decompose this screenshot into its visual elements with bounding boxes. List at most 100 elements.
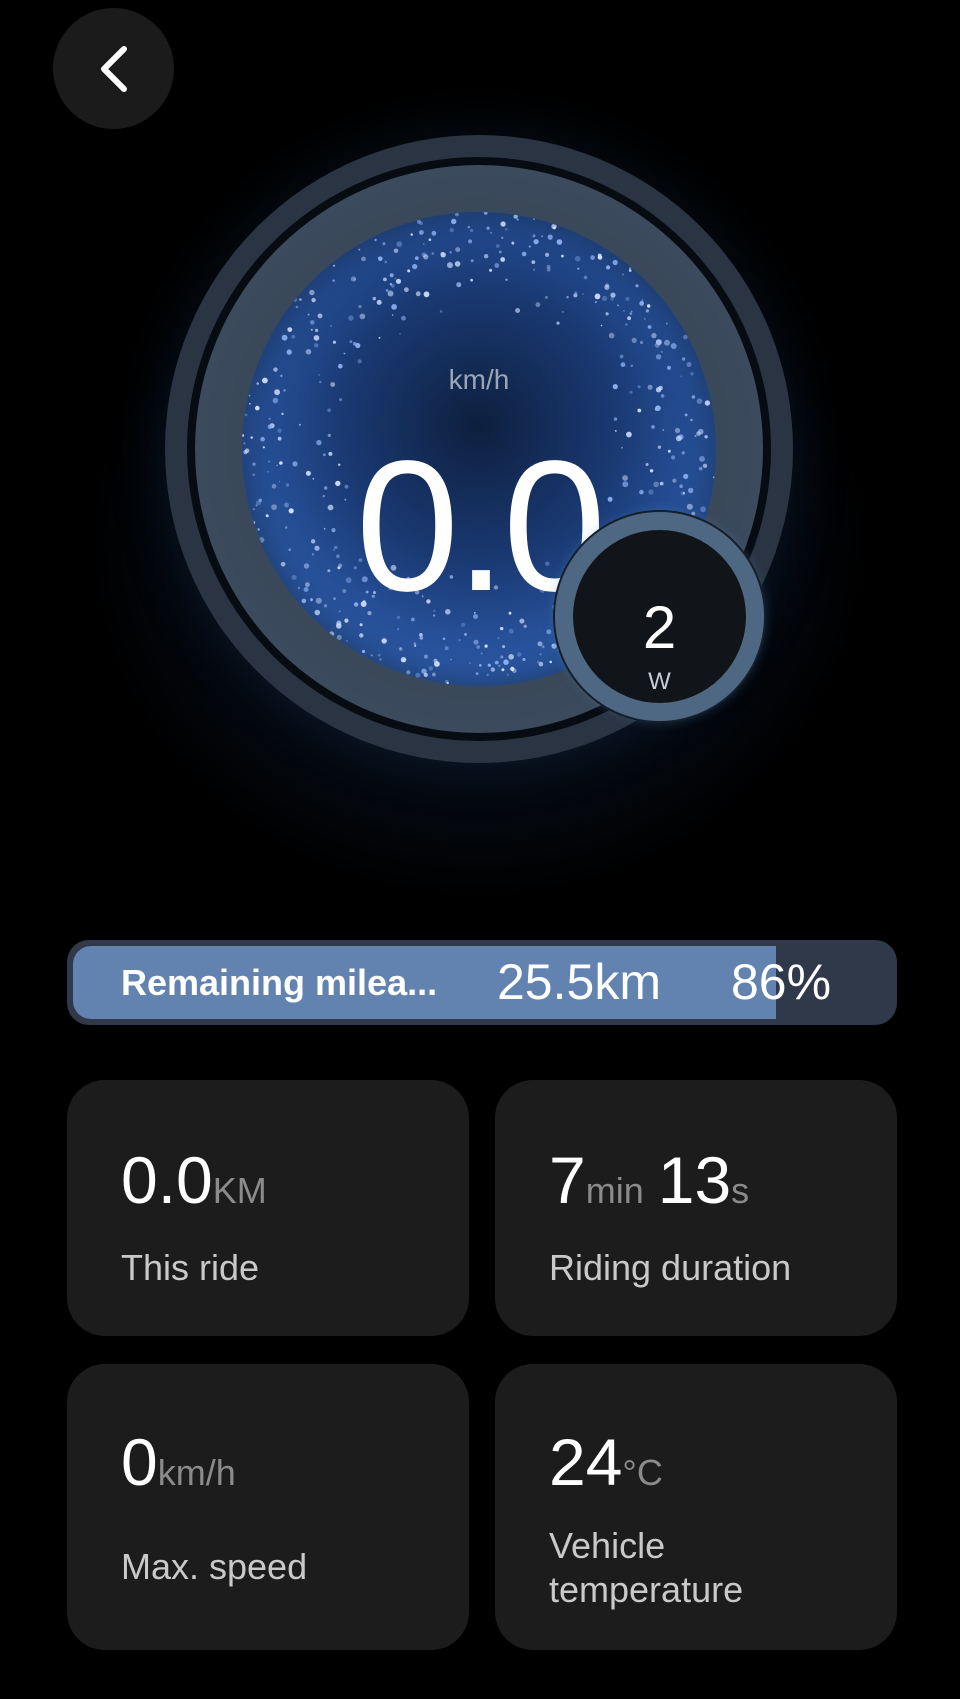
- power-unit: W: [648, 668, 671, 695]
- star-dot: [662, 429, 665, 431]
- max-speed-card[interactable]: 0km/h Max. speed: [67, 1364, 469, 1650]
- star-dot: [410, 233, 413, 236]
- star-dot: [389, 273, 394, 278]
- star-dot: [475, 672, 479, 675]
- star-dot: [454, 261, 461, 267]
- star-dot: [422, 243, 425, 245]
- star-dot: [298, 423, 301, 426]
- star-dot: [639, 340, 644, 345]
- star-dot: [295, 305, 299, 309]
- star-dot: [468, 239, 473, 244]
- star-dot: [497, 637, 500, 640]
- riding-duration-card[interactable]: 7min 13s Riding duration: [495, 1080, 897, 1336]
- star-dot: [387, 290, 394, 297]
- star-dot: [374, 238, 377, 242]
- star-dot: [327, 408, 331, 412]
- star-dot: [639, 301, 645, 306]
- max-speed-value-row: 0km/h: [121, 1424, 236, 1500]
- star-dot: [281, 412, 284, 415]
- star-dot: [377, 653, 381, 657]
- star-dot: [629, 312, 633, 315]
- star-dot: [346, 640, 348, 642]
- star-dot: [431, 230, 437, 236]
- star-dot: [655, 405, 661, 411]
- star-dot: [456, 282, 462, 288]
- star-dot: [614, 429, 617, 432]
- star-dot: [313, 335, 320, 341]
- star-dot: [556, 239, 563, 245]
- riding-duration-sec-unit: s: [731, 1170, 750, 1211]
- star-dot: [533, 217, 536, 221]
- star-dot: [423, 254, 429, 260]
- star-dot: [574, 291, 578, 295]
- star-dot: [384, 260, 388, 264]
- riding-duration-min-unit: min: [585, 1170, 644, 1211]
- back-button[interactable]: [53, 8, 174, 129]
- star-dot: [503, 659, 509, 665]
- star-dot: [414, 644, 417, 647]
- star-dot: [255, 405, 260, 411]
- star-dot: [395, 278, 402, 284]
- star-dot: [547, 234, 553, 240]
- star-dot: [449, 251, 452, 254]
- star-dot: [510, 666, 515, 671]
- star-dot: [521, 251, 527, 257]
- star-dot: [704, 400, 711, 406]
- star-dot: [401, 656, 405, 660]
- star-dot: [505, 278, 508, 281]
- star-dot: [684, 413, 688, 417]
- star-dot: [355, 342, 361, 349]
- star-dot: [562, 311, 564, 313]
- star-dot: [597, 255, 603, 260]
- star-dot: [498, 664, 501, 667]
- star-dot: [647, 304, 651, 308]
- star-dot: [498, 250, 502, 254]
- star-dot: [423, 291, 430, 298]
- star-dot: [577, 267, 580, 270]
- star-dot: [467, 225, 471, 229]
- star-dot: [332, 340, 336, 344]
- this-ride-value-row: 0.0KM: [121, 1142, 267, 1218]
- star-dot: [531, 260, 536, 264]
- star-dot: [608, 332, 615, 339]
- star-dot: [287, 327, 293, 332]
- star-dot: [372, 296, 376, 301]
- star-dot: [473, 639, 479, 645]
- star-dot: [628, 269, 632, 272]
- star-dot: [431, 252, 435, 255]
- star-dot: [522, 658, 526, 661]
- star-dot: [307, 313, 310, 316]
- star-dot: [611, 292, 615, 296]
- star-dot: [483, 254, 489, 259]
- star-dot: [353, 278, 357, 281]
- star-dot: [637, 408, 642, 413]
- star-dot: [419, 230, 424, 235]
- vehicle-temperature-card[interactable]: 24°C Vehicle temperature: [495, 1364, 897, 1650]
- star-dot: [635, 284, 639, 288]
- star-dot: [370, 654, 373, 657]
- star-dot: [516, 218, 519, 221]
- star-dot: [681, 357, 686, 361]
- star-dot: [378, 336, 381, 339]
- star-dot: [606, 265, 611, 270]
- star-dot: [339, 398, 343, 402]
- star-dot: [610, 297, 614, 301]
- star-dot: [381, 638, 387, 644]
- star-dot: [407, 269, 411, 273]
- this-ride-card[interactable]: 0.0KM This ride: [67, 1080, 469, 1336]
- star-dot: [494, 660, 499, 665]
- star-dot: [349, 340, 353, 343]
- star-dot: [511, 241, 515, 245]
- star-dot: [428, 238, 432, 241]
- star-dot: [406, 670, 411, 675]
- star-dot: [501, 236, 504, 239]
- star-dot: [293, 297, 297, 302]
- star-dot: [455, 212, 459, 217]
- star-dot: [674, 427, 681, 434]
- remaining-mileage-bar: Remaining milea... 25.5km 86%: [67, 940, 897, 1025]
- star-dot: [545, 252, 550, 257]
- star-dot: [532, 234, 536, 238]
- star-dot: [594, 293, 601, 300]
- star-dot: [414, 256, 419, 260]
- vehicle-temperature-label: Vehicle temperature: [549, 1524, 743, 1612]
